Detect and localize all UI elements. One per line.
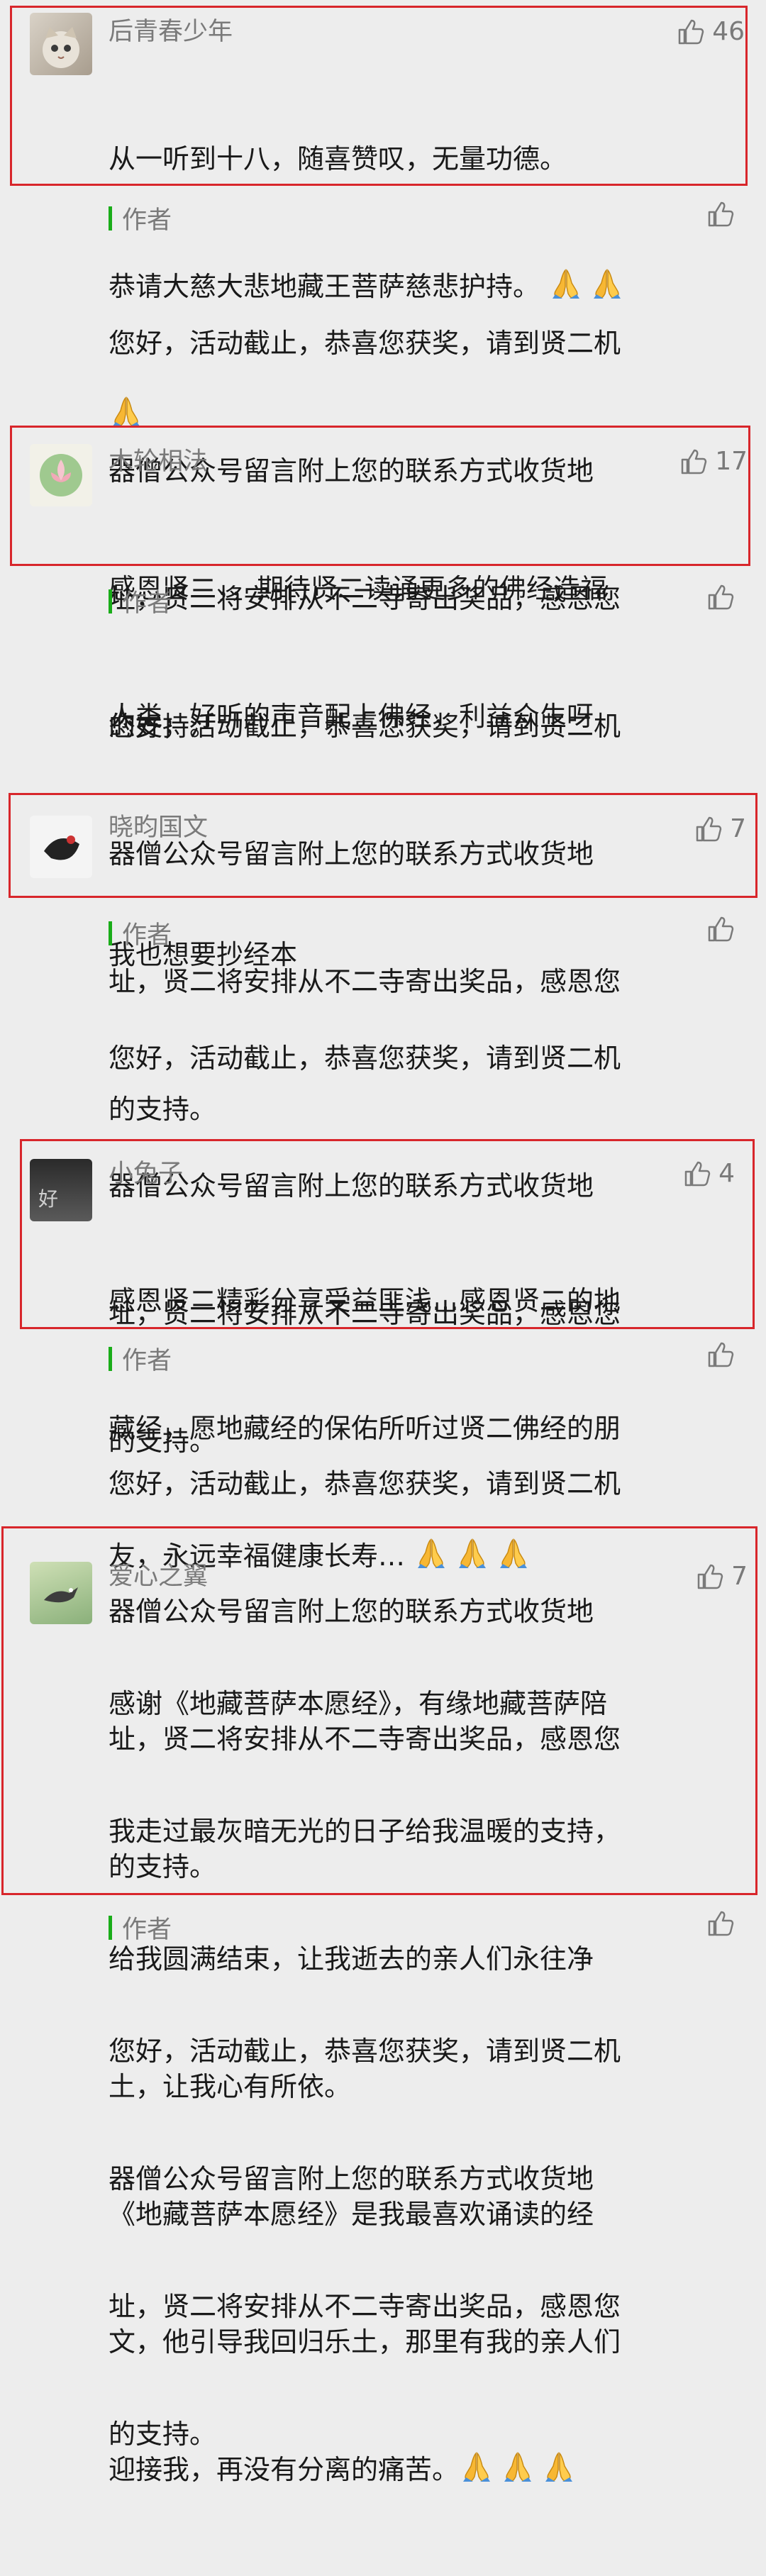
reply-text: 您好，活动截止，恭喜您获奖，请到贤二机 器僧公众号留言附上您的联系方式收货地 址…: [109, 1945, 733, 2541]
dark-avatar-icon[interactable]: 好: [30, 1159, 92, 1221]
bird-avatar-icon[interactable]: [30, 1562, 92, 1624]
reply-line: 您好，活动截止，恭喜您获奖，请到贤二机: [109, 1468, 621, 1499]
comment-line: 感谢《地藏菩萨本愿经》，有缘地藏菩萨陪: [109, 1688, 608, 1719]
reply-author: 作者: [122, 1347, 172, 1375]
author-reply-label: 作者: [109, 1340, 172, 1377]
author-reply-label: 作者: [109, 583, 172, 619]
like-button[interactable]: 4: [683, 1159, 735, 1188]
reply-thumb-up-icon[interactable]: [706, 915, 735, 943]
comment-nickname[interactable]: 小兔子: [109, 1157, 183, 1190]
comment-nickname[interactable]: 后青春少年: [109, 16, 233, 48]
comment-line: 我走过最灰暗无光的日子给我温暖的支持，: [109, 1816, 621, 1847]
thumb-up-icon: [679, 448, 708, 476]
reply-thumb-up-icon[interactable]: [706, 1340, 735, 1369]
author-bar: [109, 206, 112, 231]
lotus-avatar-icon[interactable]: [30, 444, 92, 506]
author-reply-label: 作者: [109, 1909, 172, 1945]
comment-line: 从一听到十八，随喜赞叹，无量功德。: [109, 143, 567, 174]
reply-thumb-up-icon[interactable]: [706, 200, 735, 228]
like-button[interactable]: 7: [694, 814, 746, 843]
like-count: 46: [712, 17, 745, 46]
like-button[interactable]: 17: [679, 447, 748, 476]
like-count: 7: [730, 814, 746, 843]
comment-nickname[interactable]: 晓昀国文: [109, 811, 208, 844]
author-bar: [109, 1915, 112, 1940]
reply-line: 您好，活动截止，恭喜您获奖，请到贤二机: [109, 711, 621, 742]
like-count: 7: [731, 1562, 748, 1591]
like-count: 4: [718, 1159, 735, 1188]
reply-author: 作者: [122, 206, 172, 235]
thumb-up-icon: [696, 1562, 724, 1591]
thumb-up-icon: [694, 815, 723, 843]
like-button[interactable]: 7: [696, 1562, 748, 1591]
reply-author: 作者: [122, 1916, 172, 1944]
comment-line: 感恩贤二精彩分享受益匪浅…感恩贤二的地: [109, 1285, 621, 1316]
ink-avatar-icon[interactable]: [30, 816, 92, 878]
like-count: 17: [715, 447, 748, 476]
comment-nickname[interactable]: 爱心之翼: [109, 1560, 208, 1593]
reply-line: 器僧公众号留言附上您的联系方式收货地: [109, 2163, 594, 2194]
author-bar: [109, 1346, 112, 1371]
reply-line: 址，贤二将安排从不二寺寄出奖品，感恩您: [109, 2291, 621, 2322]
reply-line: 的支持。: [109, 2419, 217, 2450]
cat-avatar-icon[interactable]: [30, 13, 92, 75]
reply-thumb-up-icon[interactable]: [706, 583, 735, 611]
author-bar: [109, 589, 112, 614]
reply-author: 作者: [122, 921, 172, 950]
reply-line: 您好，活动截止，恭喜您获奖，请到贤二机: [109, 328, 621, 359]
reply-line: 您好，活动截止，恭喜您获奖，请到贤二机: [109, 2036, 621, 2067]
svg-text:好: 好: [38, 1187, 58, 1211]
reply-thumb-up-icon[interactable]: [706, 1909, 735, 1938]
comment-line: 感恩贤二，，期待贤二读诵更多的佛经造福: [109, 573, 608, 604]
thumb-up-icon: [677, 18, 705, 46]
author-reply-label: 作者: [109, 915, 172, 951]
thumb-up-icon: [683, 1160, 711, 1188]
like-button[interactable]: 46: [677, 17, 745, 46]
author-bar: [109, 921, 112, 945]
reply-author: 作者: [122, 589, 172, 618]
reply-line: 您好，活动截止，恭喜您获奖，请到贤二机: [109, 1043, 621, 1074]
comment-nickname[interactable]: 木轮相法: [109, 445, 208, 478]
author-reply-label: 作者: [109, 200, 172, 236]
